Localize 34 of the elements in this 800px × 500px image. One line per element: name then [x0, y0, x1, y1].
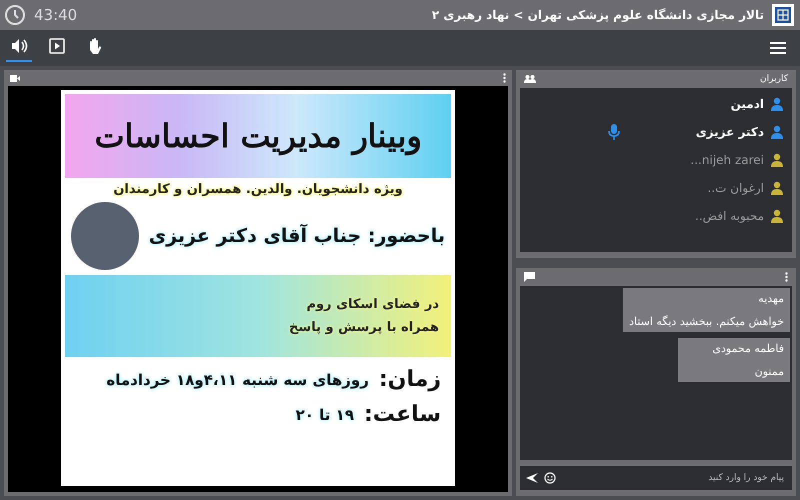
user-name[interactable]: ارغوان ت.. [708, 181, 764, 195]
hour-label: ساعت: [364, 402, 441, 427]
users-icon [524, 75, 536, 83]
menu-icon[interactable] [770, 42, 786, 54]
sender-name: مهدیه [757, 292, 784, 305]
message-field[interactable]: پیام خود را وارد کنید [520, 466, 792, 490]
user-name[interactable]: nijeh zarei... [690, 153, 764, 167]
user-name[interactable]: ادمین [730, 97, 764, 111]
send-icon[interactable] [526, 473, 538, 483]
venue-text: در فضای اسکای روم [305, 297, 439, 312]
slide-subtitle: ویژه دانشجویان. والدین. همسران و کارمندان [112, 182, 404, 197]
slide-title: وبینار مدیریت احساسات [94, 117, 422, 155]
hour-text: ۱۹ تا ۲۰ [296, 406, 354, 424]
venue-text: همراه با پرسش و پاسخ [288, 320, 439, 335]
message-text: خواهش میکنم. ببخشید دیگه استاد [629, 315, 784, 328]
chat-icon [524, 272, 535, 282]
sender-name: فاطمه محمودی [711, 342, 784, 355]
time-label: زمان: [378, 367, 441, 392]
user-name[interactable]: محبوبه افض.. [695, 209, 764, 223]
presenter-text: باحضور: جناب آقای دکتر عزیزی [148, 225, 445, 247]
university-logo-icon [772, 4, 794, 26]
message-text: ممنون [754, 365, 784, 378]
clock-icon [4, 4, 26, 26]
time-text: روزهای سه شنبه ۴،۱۱و۱۸ خردادماه [106, 370, 369, 388]
more-options-icon[interactable] [785, 272, 788, 282]
panel-title: کاربران [760, 74, 788, 84]
room-title: تالار مجازی دانشگاه علوم پزشکی تهران > نهاد رهبری ۲ [432, 8, 764, 22]
emoji-icon[interactable] [544, 472, 556, 484]
session-timer: 43:40 [34, 6, 78, 24]
play-icon [47, 36, 67, 56]
camera-icon [10, 74, 20, 82]
message-input[interactable]: پیام خود را وارد کنید [562, 472, 786, 484]
more-options-icon[interactable] [503, 73, 506, 83]
user-name[interactable]: دکتر عزیزی [696, 125, 764, 139]
